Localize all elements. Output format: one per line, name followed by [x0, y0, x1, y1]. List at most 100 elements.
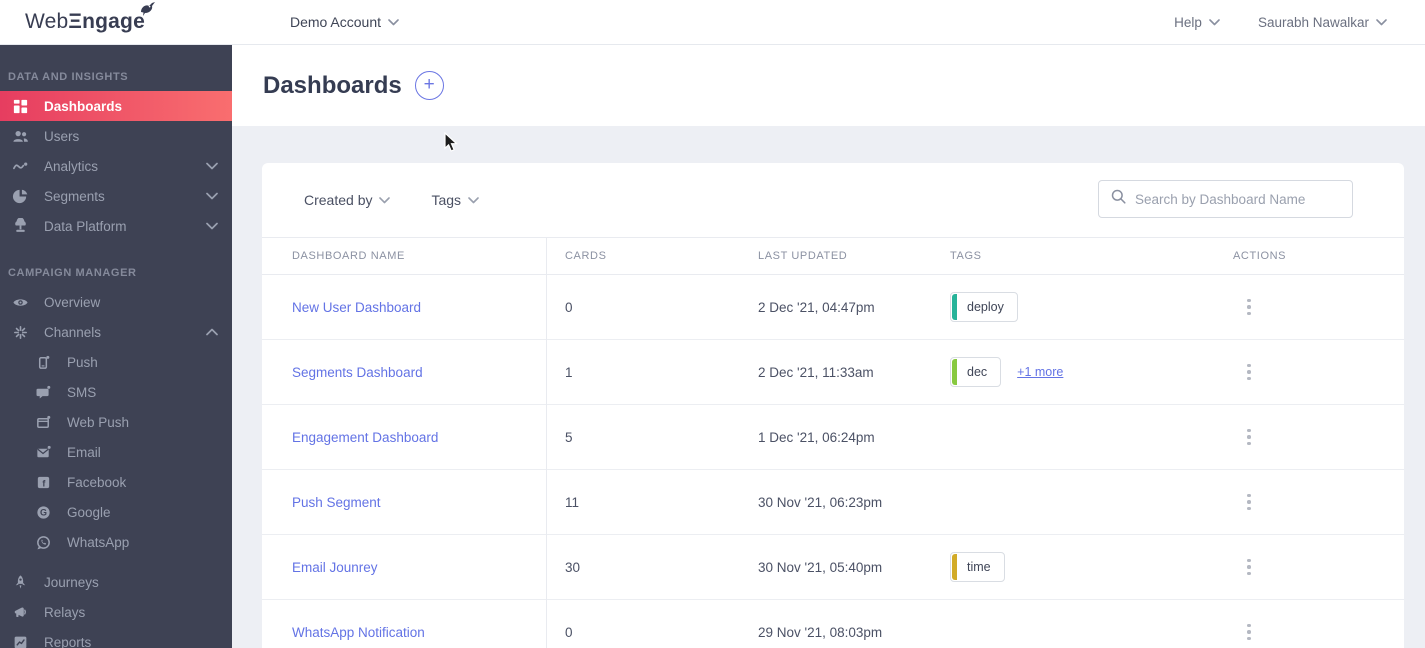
- column-header-tags: TAGS: [950, 250, 982, 262]
- channels-icon: [10, 324, 30, 341]
- tags-cell: time: [931, 552, 1214, 582]
- search-box: [1098, 180, 1353, 218]
- user-menu-label: Saurabh Nawalkar: [1257, 14, 1369, 30]
- relays-megaphone-icon: [10, 604, 30, 621]
- column-header-cards: CARDS: [565, 250, 607, 262]
- actions-cell: [1214, 555, 1404, 580]
- kebab-menu-icon[interactable]: [1243, 555, 1255, 580]
- chevron-down-icon: [388, 18, 399, 26]
- column-header-last-updated: LAST UPDATED: [758, 250, 848, 262]
- whatsapp-icon: [33, 534, 53, 551]
- sidebar-item-overview[interactable]: Overview: [0, 287, 232, 317]
- last-updated: 1 Dec '21, 06:24pm: [758, 429, 875, 445]
- sidebar-item-analytics[interactable]: Analytics: [0, 151, 232, 181]
- more-tags-link[interactable]: +1 more: [1017, 365, 1063, 379]
- tag-chip[interactable]: time: [950, 552, 1005, 582]
- analytics-icon: [10, 158, 30, 175]
- sidebar-section-1: CAMPAIGN MANAGER Overview Channels Push SMS W…: [0, 241, 232, 648]
- kebab-menu-icon[interactable]: [1243, 620, 1255, 645]
- cards-count: 0: [565, 299, 573, 315]
- dashboard-name-link[interactable]: New User Dashboard: [292, 300, 421, 315]
- sidebar-section-header: DATA AND INSIGHTS: [8, 71, 129, 83]
- sidebar-item-facebook[interactable]: f Facebook: [0, 467, 232, 497]
- sidebar-item-users[interactable]: Users: [0, 121, 232, 151]
- chevron-down-icon: [468, 196, 479, 204]
- sidebar-item-sms[interactable]: SMS: [0, 377, 232, 407]
- account-selector[interactable]: Demo Account: [290, 14, 399, 30]
- sidebar-item-reports[interactable]: Reports: [0, 627, 232, 648]
- kebab-menu-icon[interactable]: [1243, 360, 1255, 385]
- sidebar-item-label: Google: [67, 504, 111, 520]
- cards-count: 5: [565, 429, 573, 445]
- sidebar-item-web-push[interactable]: Web Push: [0, 407, 232, 437]
- sidebar-item-label: Push: [67, 354, 98, 370]
- tag-chip[interactable]: deploy: [950, 292, 1018, 322]
- kebab-menu-icon[interactable]: [1243, 425, 1255, 450]
- sidebar-item-label: Relays: [44, 604, 86, 620]
- created-by-filter-label: Created by: [304, 192, 373, 208]
- sidebar-item-dashboards[interactable]: Dashboards: [0, 91, 232, 121]
- sidebar-section-0: DATA AND INSIGHTS Dashboards Users Analytic…: [0, 45, 232, 241]
- kebab-menu-icon[interactable]: [1243, 295, 1255, 320]
- search-input[interactable]: [1135, 191, 1340, 207]
- sidebar-item-push[interactable]: Push: [0, 347, 232, 377]
- dashboard-name-link[interactable]: WhatsApp Notification: [292, 625, 425, 640]
- kebab-menu-icon[interactable]: [1243, 490, 1255, 515]
- segments-pie-icon: [10, 188, 30, 205]
- sidebar-section-header: CAMPAIGN MANAGER: [8, 267, 137, 279]
- cards-count: 1: [565, 364, 573, 380]
- dashboard-name-link[interactable]: Push Segment: [292, 495, 381, 510]
- actions-cell: [1214, 620, 1404, 645]
- sidebar-item-label: Reports: [44, 634, 92, 648]
- actions-cell: [1214, 425, 1404, 450]
- actions-cell: [1214, 295, 1404, 320]
- dashboard-name-link[interactable]: Email Jounrey: [292, 560, 378, 575]
- tag-chip[interactable]: dec: [950, 357, 1002, 387]
- users-icon: [10, 128, 30, 145]
- sidebar-item-channels[interactable]: Channels: [0, 317, 232, 347]
- sidebar-item-google[interactable]: G Google: [0, 497, 232, 527]
- sidebar-item-journeys[interactable]: Journeys: [0, 567, 232, 597]
- sidebar-item-whatsapp[interactable]: WhatsApp: [0, 527, 232, 557]
- created-by-filter[interactable]: Created by: [304, 192, 391, 208]
- help-menu[interactable]: Help: [1174, 15, 1220, 30]
- tags-filter-label: Tags: [431, 192, 462, 208]
- table-row: Push Segment 11 30 Nov '21, 06:23pm: [262, 470, 1404, 535]
- dashboards-table-card: Created by Tags DASHBOARD NAME CARDS: [262, 163, 1404, 648]
- help-menu-label: Help: [1174, 14, 1202, 30]
- last-updated: 2 Dec '21, 11:33am: [758, 364, 874, 380]
- webengage-logo[interactable]: Web Ξngage: [25, 2, 155, 34]
- sidebar-item-label: Channels: [44, 324, 102, 340]
- actions-cell: [1214, 490, 1404, 515]
- sidebar-item-relays[interactable]: Relays: [0, 597, 232, 627]
- table-row: WhatsApp Notification 0 29 Nov '21, 08:03p…: [262, 600, 1404, 648]
- push-phone-icon: [33, 354, 53, 371]
- dashboard-name-link[interactable]: Engagement Dashboard: [292, 430, 438, 445]
- last-updated: 2 Dec '21, 04:47pm: [758, 299, 875, 315]
- actions-cell: [1214, 360, 1404, 385]
- chevron-down-icon: [206, 162, 218, 170]
- sidebar-item-email[interactable]: Email: [0, 437, 232, 467]
- user-menu[interactable]: Saurabh Nawalkar: [1258, 15, 1387, 30]
- cards-count: 11: [565, 494, 580, 510]
- main-content: Dashboards + Created by Tags Search by D…: [232, 45, 1425, 648]
- chevron-down-icon: [379, 196, 391, 204]
- sms-bubble-icon: [33, 384, 53, 401]
- table-row: Engagement Dashboard 5 1 Dec '21, 06:24pm: [262, 405, 1404, 470]
- sidebar-item-label: Analytics: [44, 158, 99, 174]
- tags-filter[interactable]: Tags: [431, 192, 479, 208]
- sidebar-item-data-platform[interactable]: Data Platform: [0, 211, 232, 241]
- sidebar-item-label: WhatsApp: [67, 534, 130, 550]
- last-updated: 29 Nov '21, 08:03pm: [758, 624, 883, 640]
- sidebar-item-label: Web Push: [67, 414, 130, 430]
- data-platform-icon: [10, 217, 30, 235]
- chevron-down-icon: [206, 222, 218, 230]
- tags-cell: dec +1 more: [931, 357, 1214, 387]
- page-title: Dashboards: [263, 71, 402, 99]
- svg-text:f: f: [42, 478, 45, 488]
- chevron-up-icon: [206, 328, 218, 336]
- dashboard-name-link[interactable]: Segments Dashboard: [292, 365, 423, 380]
- sidebar-item-segments[interactable]: Segments: [0, 181, 232, 211]
- sidebar-nav: DATA AND INSIGHTS Dashboards Users Analytic…: [0, 45, 232, 648]
- add-dashboard-button[interactable]: +: [414, 71, 444, 100]
